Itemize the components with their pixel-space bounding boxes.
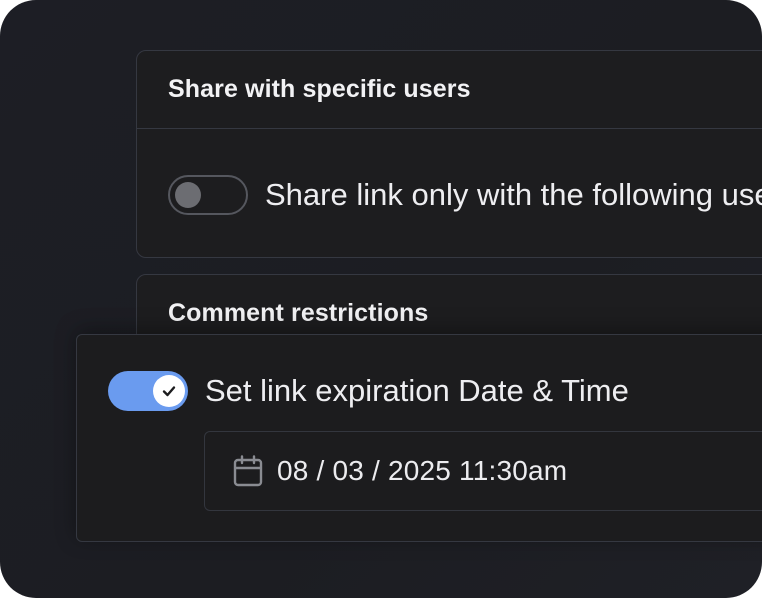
toggle-knob bbox=[175, 182, 201, 208]
share-card-title: Share with specific users bbox=[168, 75, 471, 103]
checkmark-icon bbox=[162, 386, 176, 397]
calendar-icon bbox=[233, 455, 263, 487]
toggle-knob bbox=[153, 375, 185, 407]
expiry-toggle[interactable] bbox=[108, 371, 188, 411]
expiration-date-value: 08 / 03 / 2025 11:30am bbox=[277, 455, 568, 486]
share-link-toggle[interactable] bbox=[168, 175, 248, 215]
expiration-date-input[interactable]: 08 / 03 / 2025 11:30am bbox=[204, 431, 762, 511]
comment-card-header: Comment restrictions bbox=[168, 299, 428, 328]
expiry-toggle-label: Set link expiration Date & Time bbox=[205, 373, 629, 408]
link-expiration-card: Set link expiration Date & Time 08 / 03 … bbox=[76, 334, 762, 542]
share-toggle-row: Share link only with the following users bbox=[168, 175, 762, 215]
settings-panel: Share with specific users Share link onl… bbox=[0, 0, 762, 598]
comment-card-title: Comment restrictions bbox=[168, 299, 429, 327]
share-card-header: Share with specific users bbox=[137, 51, 762, 129]
share-with-users-card: Share with specific users Share link onl… bbox=[136, 50, 762, 258]
share-toggle-label: Share link only with the following users bbox=[265, 177, 762, 212]
expiry-toggle-row: Set link expiration Date & Time bbox=[108, 371, 629, 411]
